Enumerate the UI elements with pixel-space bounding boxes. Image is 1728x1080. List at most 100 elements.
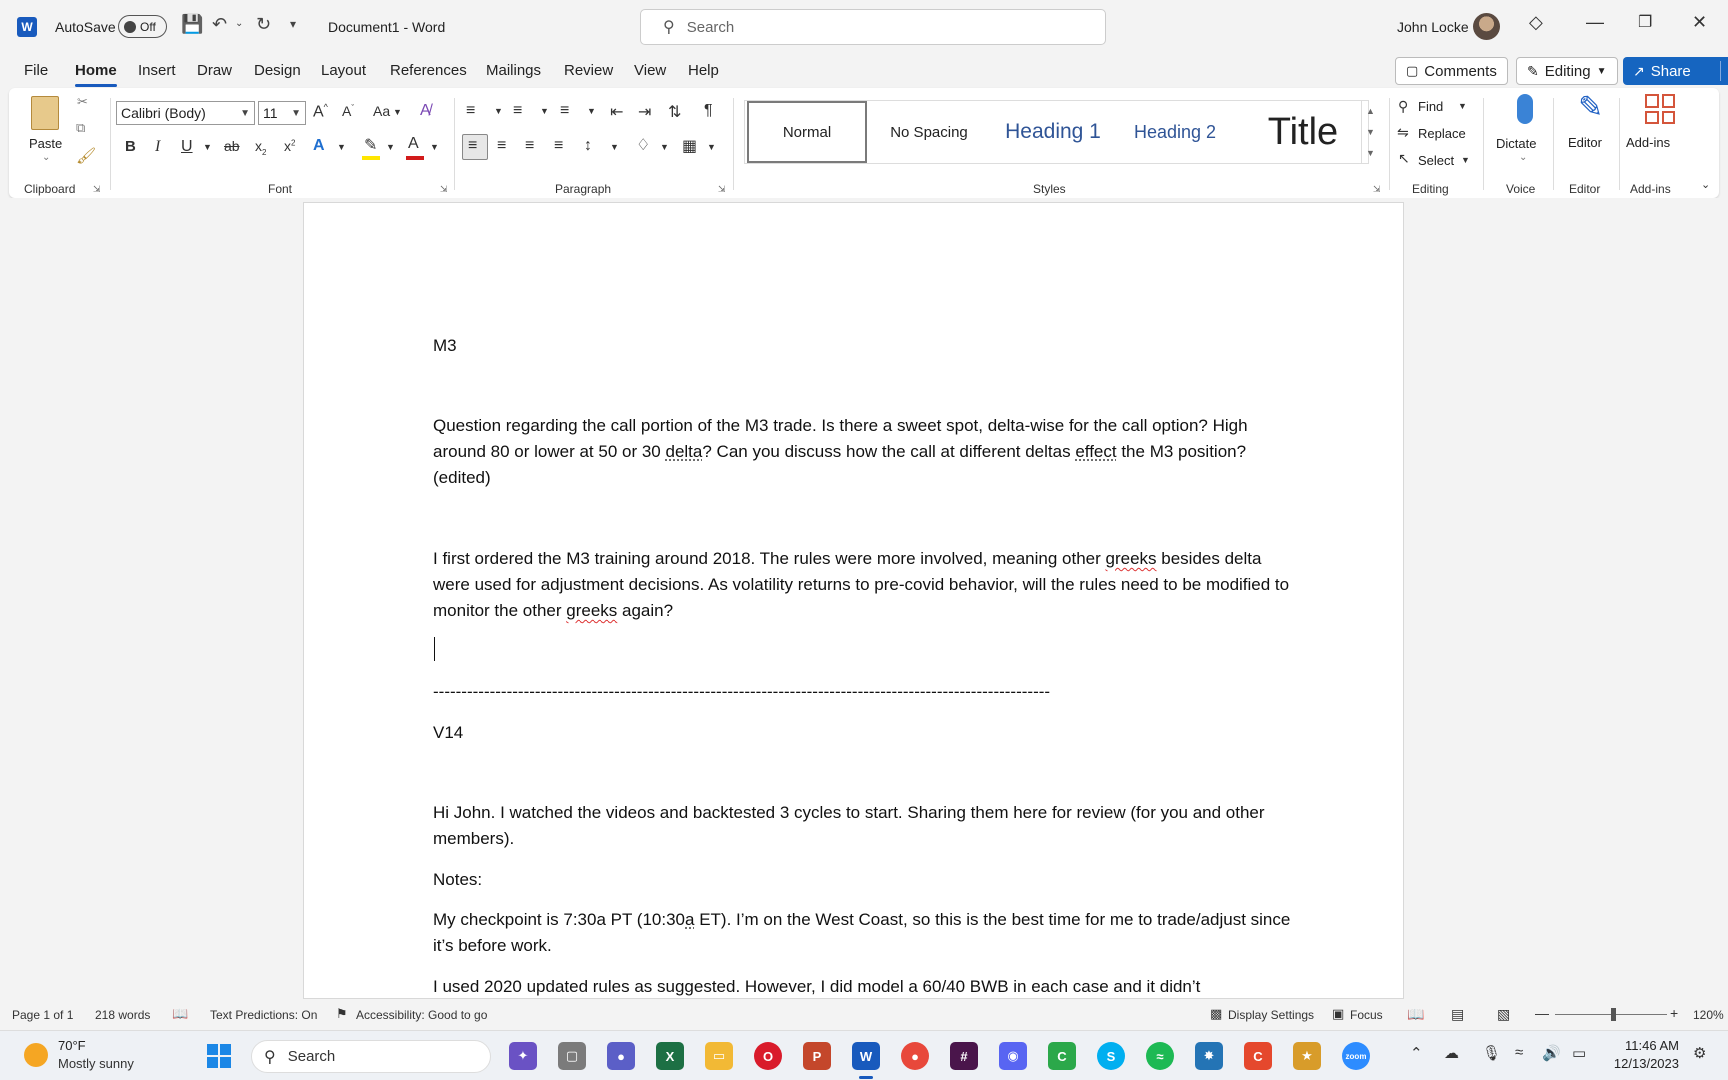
line-spacing-icon[interactable]: ↕	[584, 137, 592, 155]
style-title[interactable]: Title	[1239, 101, 1367, 163]
premium-diamond-icon[interactable]: ◇	[1529, 12, 1543, 33]
zoom-in-icon[interactable]: +	[1670, 1005, 1678, 1021]
more-styles-icon[interactable]: ▼	[1366, 148, 1375, 158]
line-spacing-chevron-icon[interactable]: ▼	[610, 142, 619, 152]
powerpoint-app-icon[interactable]: P	[803, 1042, 831, 1070]
strikethrough-icon[interactable]: ab	[224, 138, 240, 154]
cut-icon[interactable]: ✂	[77, 94, 88, 110]
style-heading-1[interactable]: Heading 1	[993, 101, 1113, 163]
battery-icon[interactable]: ▭	[1572, 1044, 1586, 1062]
page-count[interactable]: Page 1 of 1	[12, 1008, 73, 1022]
font-color-icon[interactable]: A	[408, 135, 419, 153]
display-settings-button[interactable]: Display Settings	[1228, 1008, 1314, 1022]
paragraph-launcher-icon[interactable]: ⇲	[718, 184, 726, 195]
notifications-icon[interactable]: ⚙	[1693, 1044, 1706, 1062]
decrease-indent-icon[interactable]: ⇤	[610, 102, 623, 122]
numbering-icon[interactable]: ≡	[513, 102, 522, 120]
add-ins-button[interactable]: Add-ins	[1626, 135, 1670, 150]
onedrive-cloud-icon[interactable]: ☁	[1444, 1044, 1459, 1062]
multilevel-list-icon[interactable]: ≡	[560, 102, 569, 120]
accessibility-status[interactable]: Accessibility: Good to go	[356, 1008, 487, 1022]
print-layout-icon[interactable]: ▤	[1451, 1006, 1464, 1023]
tab-draw[interactable]: Draw	[197, 62, 232, 79]
superscript-icon[interactable]: x2	[284, 138, 295, 154]
recording-app-icon[interactable]: C	[1244, 1042, 1272, 1070]
tab-layout[interactable]: Layout	[321, 62, 366, 79]
zoom-app-icon[interactable]: zoom	[1342, 1042, 1370, 1070]
discord-app-icon[interactable]: ◉	[999, 1042, 1027, 1070]
tab-mailings[interactable]: Mailings	[486, 62, 541, 79]
grammar-flag-effect[interactable]: effect	[1075, 442, 1116, 461]
document-page[interactable]: M3 Question regarding the call portion o…	[303, 202, 1404, 999]
tab-insert[interactable]: Insert	[138, 62, 176, 79]
font-launcher-icon[interactable]: ⇲	[440, 184, 448, 195]
utility-app-icon[interactable]: ★	[1293, 1042, 1321, 1070]
tab-design[interactable]: Design	[254, 62, 301, 79]
spotify-app-icon[interactable]: ≈	[1146, 1042, 1174, 1070]
replace-button[interactable]: Replace	[1418, 126, 1466, 141]
zoom-level[interactable]: 120%	[1693, 1008, 1724, 1022]
select-button[interactable]: Select	[1418, 153, 1454, 168]
paste-icon[interactable]	[31, 96, 59, 130]
shading-icon[interactable]: ♢	[636, 135, 650, 155]
focus-button[interactable]: Focus	[1350, 1008, 1383, 1022]
spelling-flag-greeks[interactable]: greeks	[1106, 549, 1157, 568]
microphone-tray-icon[interactable]: 🎙	[1482, 1044, 1501, 1062]
tab-file[interactable]: File	[24, 62, 48, 79]
save-icon[interactable]: 💾	[181, 14, 203, 35]
grammar-flag-delta[interactable]: delta	[665, 442, 702, 461]
word-count[interactable]: 218 words	[95, 1008, 150, 1022]
comments-button[interactable]: ▢ Comments	[1395, 57, 1508, 85]
file-explorer-icon[interactable]: ▭	[705, 1042, 733, 1070]
italic-icon[interactable]: I	[155, 138, 160, 156]
highlight-chevron-icon[interactable]: ▼	[386, 142, 395, 152]
dictate-chevron-icon[interactable]: ⌄	[1519, 152, 1527, 163]
tab-view[interactable]: View	[634, 62, 666, 79]
bullets-chevron-icon[interactable]: ▼	[494, 106, 503, 116]
clipboard-launcher-icon[interactable]: ⇲	[93, 184, 101, 195]
camtasia-app-icon[interactable]: C	[1048, 1042, 1076, 1070]
align-right-icon[interactable]: ≡	[525, 137, 534, 155]
font-name-combo[interactable]: Calibri (Body) ▼	[116, 101, 255, 125]
zoom-slider[interactable]	[1555, 1008, 1667, 1021]
borders-icon[interactable]: ▦	[682, 136, 697, 156]
dictate-button[interactable]: Dictate	[1496, 136, 1536, 151]
web-layout-icon[interactable]: ▧	[1497, 1006, 1510, 1023]
clock-time[interactable]: 11:46 AM	[1607, 1038, 1679, 1053]
user-name[interactable]: John Locke	[1397, 19, 1469, 35]
share-button[interactable]: ↗ Share ▼	[1623, 57, 1728, 85]
close-icon[interactable]: ✕	[1692, 12, 1707, 33]
numbering-chevron-icon[interactable]: ▼	[540, 106, 549, 116]
chevron-up-icon[interactable]: ▲	[1366, 106, 1375, 116]
weather-sun-icon[interactable]	[24, 1043, 48, 1067]
zoom-slider-thumb[interactable]	[1611, 1008, 1616, 1021]
show-hidden-icons-chevron-icon[interactable]: ⌃	[1410, 1044, 1423, 1062]
undo-icon[interactable]: ↶	[212, 14, 227, 35]
search-input[interactable]: ⚲ Search	[640, 9, 1106, 45]
paste-dropdown-chevron-icon[interactable]: ⌄	[42, 152, 50, 163]
word-app-icon[interactable]: W	[17, 17, 37, 37]
tab-review[interactable]: Review	[564, 62, 613, 79]
increase-indent-icon[interactable]: ⇥	[638, 102, 651, 122]
copy-icon[interactable]: ⧉	[76, 120, 85, 136]
show-formatting-marks-icon[interactable]: ¶	[704, 102, 713, 120]
shading-chevron-icon[interactable]: ▼	[660, 142, 669, 152]
clear-formatting-icon[interactable]: A̸	[420, 102, 431, 120]
wifi-icon[interactable]: ≈	[1515, 1044, 1523, 1061]
chevron-down-icon[interactable]: ▼	[1366, 127, 1375, 137]
teams-chat-icon[interactable]: ●	[607, 1042, 635, 1070]
editing-mode-button[interactable]: ✎ Editing ▼	[1516, 57, 1618, 85]
undo-dropdown-chevron-icon[interactable]: ⌄	[235, 18, 243, 29]
chrome-browser-icon[interactable]: ●	[901, 1042, 929, 1070]
sort-icon[interactable]: ⇅	[668, 102, 681, 122]
slack-app-icon[interactable]: #	[950, 1042, 978, 1070]
paste-label[interactable]: Paste	[29, 136, 62, 151]
volume-icon[interactable]: 🔊	[1542, 1044, 1561, 1062]
collapse-ribbon-chevron-icon[interactable]: ⌄	[1701, 178, 1710, 191]
proofing-icon[interactable]: 📖	[172, 1006, 188, 1022]
microphone-icon[interactable]	[1517, 94, 1533, 124]
select-chevron-icon[interactable]: ▼	[1461, 155, 1470, 165]
bold-icon[interactable]: B	[125, 138, 136, 155]
word-taskbar-icon[interactable]: W	[852, 1042, 880, 1070]
styles-gallery-scroll[interactable]: ▲ ▼ ▼	[1361, 100, 1379, 164]
